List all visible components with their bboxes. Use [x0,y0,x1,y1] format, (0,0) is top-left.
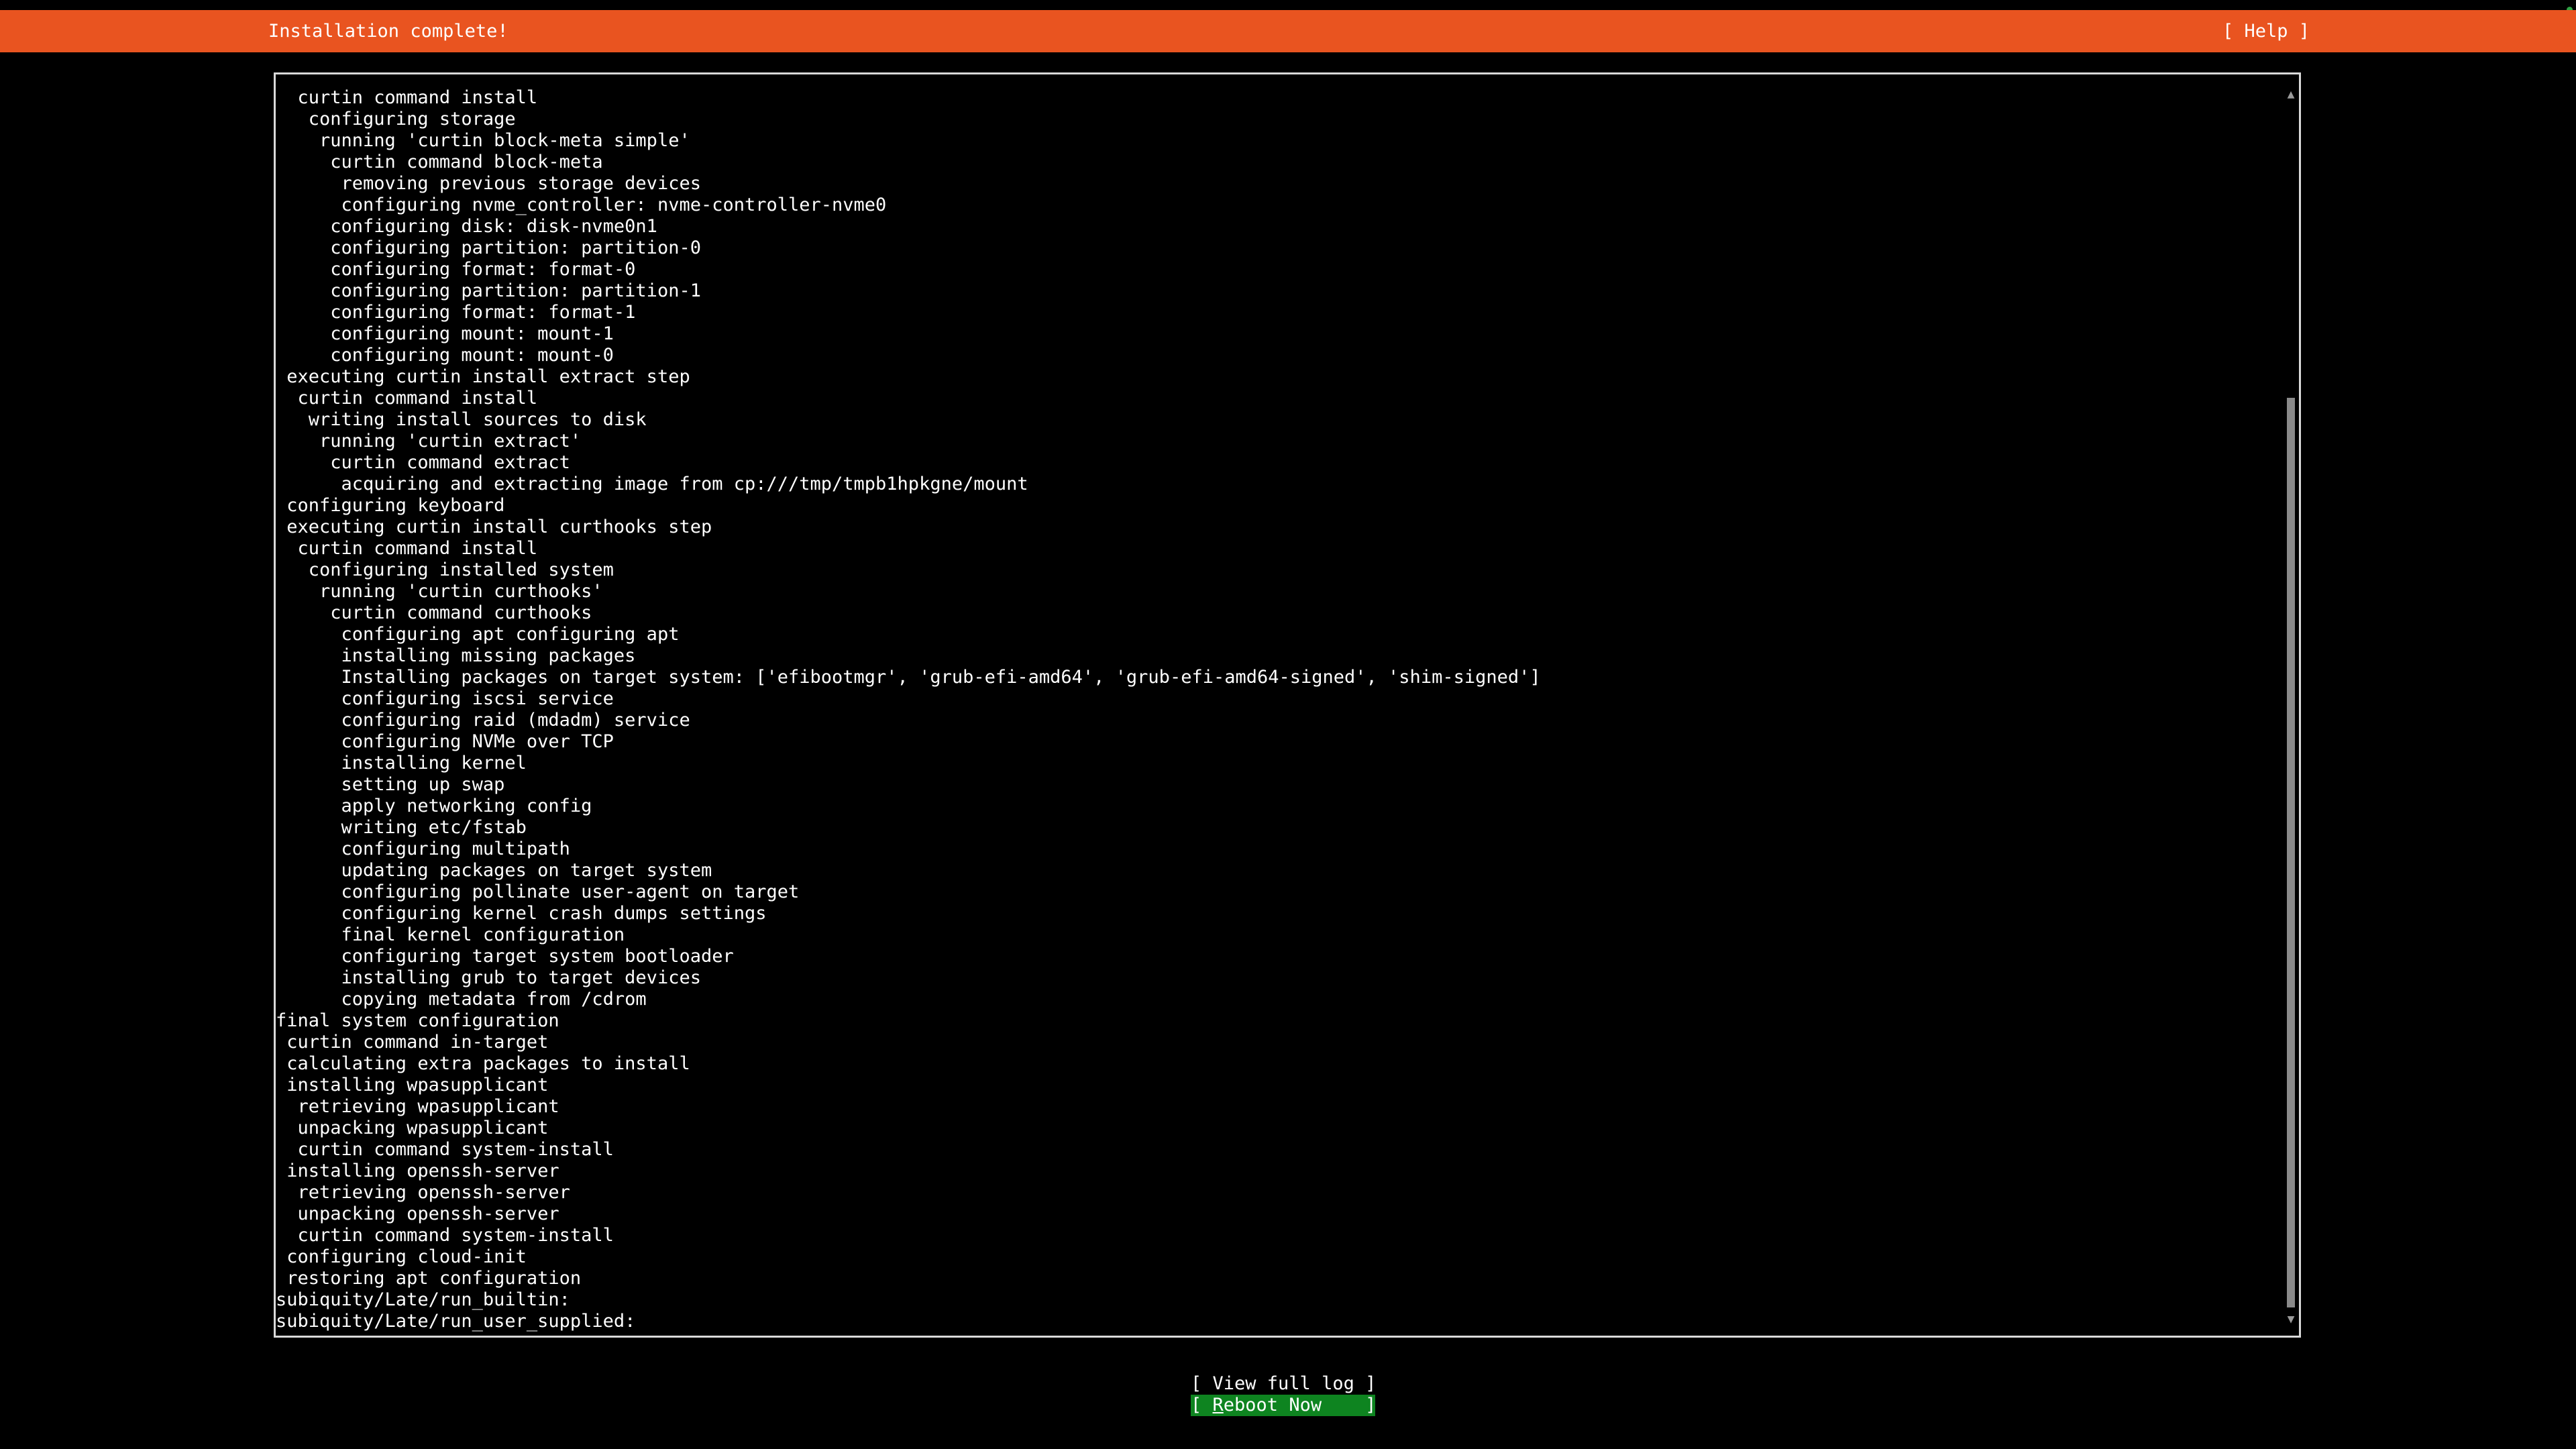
log-line: running 'curtin extract' [276,431,582,451]
log-line: unpacking wpasupplicant [276,1118,549,1138]
log-line: curtin command extract [276,452,570,473]
log-line: configuring NVMe over TCP [276,731,614,752]
log-line: retrieving openssh-server [276,1182,570,1203]
scroll-track[interactable] [2287,107,2295,1307]
log-line: updating packages on target system [276,860,712,881]
log-line: final kernel configuration [276,924,625,945]
log-lines: curtin command install configuring stora… [276,87,2261,1332]
log-line: apply networking config [276,796,592,816]
log-line: calculating extra packages to install [276,1053,690,1074]
log-line: writing etc/fstab [276,817,527,838]
log-line: curtin command block-meta [276,152,603,172]
log-line: configuring format: format-1 [276,302,636,323]
log-line: removing previous storage devices [276,173,701,194]
log-line: configuring raid (mdadm) service [276,710,690,731]
log-line: acquiring and extracting image from cp:/… [276,474,1028,494]
log-line: installing openssh-server [276,1161,559,1181]
log-line: Installing packages on target system: ['… [276,667,1541,688]
log-line: configuring keyboard [276,495,505,516]
log-line: configuring cloud-init [276,1246,527,1267]
log-line: installing grub to target devices [276,967,701,988]
log-line: configuring storage [276,109,516,129]
log-line: configuring multipath [276,839,570,859]
view-full-log-button[interactable]: [ View full log ] [1191,1373,1376,1395]
reboot-now-button[interactable]: [ Reboot Now ] [1191,1395,1377,1416]
log-line: configuring iscsi service [276,688,614,709]
log-line: executing curtin install curthooks step [276,517,712,537]
scroll-up-arrow-icon[interactable]: ▲ [2284,88,2298,101]
log-line: configuring partition: partition-1 [276,280,701,301]
log-line: configuring mount: mount-1 [276,323,614,344]
log-line: curtin command install [276,538,538,559]
log-line: configuring disk: disk-nvme0n1 [276,216,657,237]
log-line: curtin command in-target [276,1032,549,1053]
log-line: configuring mount: mount-0 [276,345,614,366]
log-line: copying metadata from /cdrom [276,989,647,1010]
log-scrollbar[interactable]: ▲ ▼ [2284,88,2298,1399]
log-line: writing install sources to disk [276,409,647,430]
log-line: subiquity/Late/run_user_supplied: [276,1311,636,1332]
log-line: configuring target system bootloader [276,946,734,967]
log-line: setting up swap [276,774,505,795]
log-line: configuring format: format-0 [276,259,636,280]
install-log-panel[interactable]: curtin command install configuring stora… [274,72,2301,1338]
reboot-button-rest: eboot Now ] [1223,1395,1377,1415]
log-line: retrieving wpasupplicant [276,1096,559,1117]
log-line: configuring nvme_controller: nvme-contro… [276,195,887,215]
log-line: running 'curtin curthooks' [276,581,603,602]
log-line: running 'curtin block-meta simple' [276,130,690,151]
page-title: Installation complete! [268,21,508,42]
log-line: configuring apt configuring apt [276,624,680,645]
footer-buttons: [ View full log ] [ Reboot Now ] [1191,1373,1377,1416]
reboot-button-open: [ [1191,1395,1213,1415]
log-line: installing kernel [276,753,527,773]
log-line: final system configuration [276,1010,559,1031]
log-line: unpacking openssh-server [276,1203,559,1224]
header-bar: Installation complete! [ Help ] [0,10,2576,52]
top-strip [0,0,2576,10]
log-line: configuring installed system [276,559,614,580]
log-line: curtin command install [276,388,538,409]
log-line: curtin command install [276,87,538,108]
log-line: installing wpasupplicant [276,1075,549,1095]
log-line: configuring kernel crash dumps settings [276,903,767,924]
log-line: curtin command system-install [276,1225,614,1246]
log-line: subiquity/Late/run_builtin: [276,1289,570,1310]
reboot-button-hotkey: R [1212,1395,1224,1415]
log-line: executing curtin install extract step [276,366,690,387]
log-line: installing missing packages [276,645,636,666]
log-line: curtin command curthooks [276,602,592,623]
help-button[interactable]: [ Help ] [2222,21,2310,42]
log-line: restoring apt configuration [276,1268,582,1289]
scroll-down-arrow-icon[interactable]: ▼ [2284,1313,2298,1326]
log-line: curtin command system-install [276,1139,614,1160]
scroll-thumb[interactable] [2287,398,2295,1307]
log-line: configuring pollinate user-agent on targ… [276,881,800,902]
log-line: configuring partition: partition-0 [276,237,701,258]
